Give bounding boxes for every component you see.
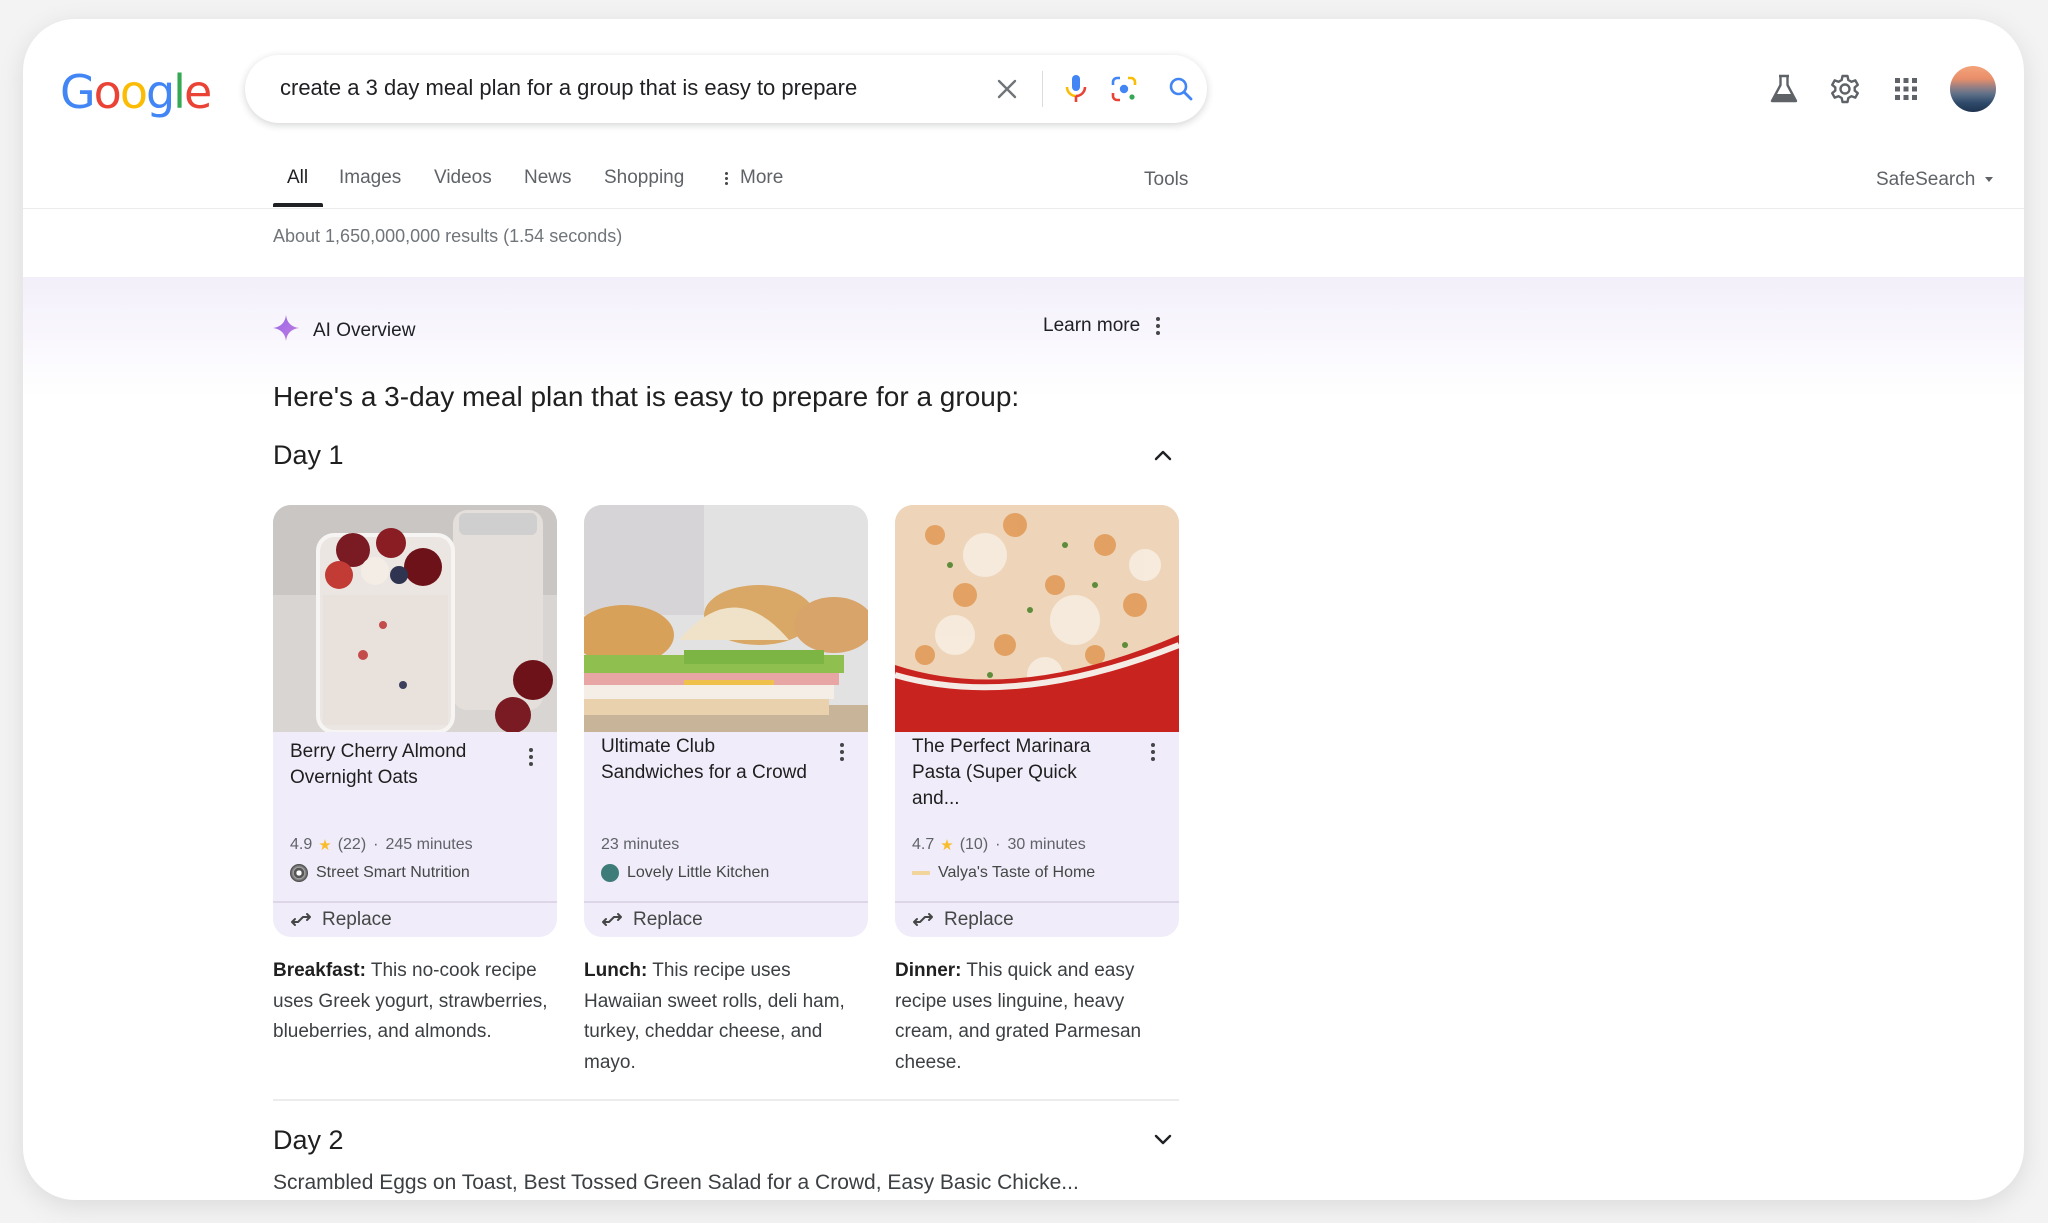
logo-letter: o [119, 65, 148, 119]
rating-value: 4.9 [290, 836, 313, 853]
logo-letter: e [183, 65, 212, 119]
ai-overview-label: AI Overview [273, 315, 415, 347]
search-icon[interactable] [1164, 72, 1198, 106]
replace-button[interactable]: Replace [290, 903, 392, 937]
tab-videos[interactable]: Videos [434, 164, 492, 192]
replace-label: Replace [633, 909, 703, 930]
source-favicon-icon [912, 864, 930, 882]
source-name: Lovely Little Kitchen [627, 864, 770, 881]
ai-overview-heading: Here's a 3-day meal plan that is easy to… [273, 381, 1020, 412]
recipe-source[interactable]: Lovely Little Kitchen [601, 864, 769, 882]
browser-frame: Google create a 3 day meal plan for a gr… [23, 19, 2024, 1200]
logo-letter: G [60, 65, 96, 119]
separator: · [373, 836, 379, 853]
meal-label: Breakfast: [273, 960, 366, 981]
search-divider [1042, 71, 1043, 107]
logo-letter: g [145, 65, 175, 119]
sparkle-icon [273, 315, 299, 347]
logo-letter: l [173, 65, 186, 119]
recipe-source[interactable]: Street Smart Nutrition [290, 864, 470, 882]
learn-more-label: Learn more [1043, 315, 1141, 336]
more-options-icon[interactable] [1151, 743, 1155, 761]
more-options-icon[interactable] [1156, 317, 1161, 335]
tab-more[interactable]: More [725, 164, 783, 192]
recipe-title[interactable]: Berry Cherry Almond Overnight Oats [290, 739, 505, 791]
tools-button[interactable]: Tools [1144, 166, 1188, 194]
meal-description-dinner: Dinner: This quick and easy recipe uses … [895, 956, 1179, 1078]
recipe-meta: 23 minutes [601, 836, 679, 854]
account-avatar[interactable] [1950, 66, 1996, 112]
labs-flask-icon[interactable] [1764, 69, 1804, 109]
source-favicon-icon [601, 864, 619, 882]
swap-arrows-icon [913, 913, 933, 926]
logo-letter: o [93, 65, 122, 119]
recipe-title[interactable]: Ultimate Club Sandwiches for a Crowd [601, 734, 816, 786]
google-logo[interactable]: Google [60, 65, 212, 119]
meal-description-breakfast: Breakfast: This no-cook recipe uses Gree… [273, 956, 557, 1048]
chevron-up-icon[interactable] [1145, 437, 1181, 473]
day-2-title[interactable]: Day 2 [273, 1125, 344, 1156]
chevron-down-icon[interactable] [1145, 1121, 1181, 1157]
recipe-title[interactable]: The Perfect Marinara Pasta (Super Quick … [912, 734, 1127, 812]
meal-label: Dinner: [895, 960, 962, 981]
ai-overview-title: AI Overview [313, 320, 416, 341]
cook-time: 23 minutes [601, 836, 680, 853]
search-tabs: All Images Videos News Shopping More Too… [23, 164, 2024, 210]
review-count: (22) [337, 836, 367, 853]
recipe-image-overnight-oats[interactable] [273, 505, 557, 734]
review-count: (10) [959, 836, 989, 853]
more-dots-icon [725, 171, 728, 185]
recipe-meta: 4.7 ★ (10) · 30 minutes [912, 836, 1086, 854]
recipe-card[interactable]: Ultimate Club Sandwiches for a Crowd 23 … [584, 505, 868, 937]
swap-arrows-icon [602, 913, 622, 926]
swap-arrows-icon [291, 913, 311, 926]
source-name: Valya's Taste of Home [938, 864, 1096, 881]
more-options-icon[interactable] [529, 748, 533, 766]
star-icon: ★ [940, 837, 954, 854]
learn-more-button[interactable]: Learn more [1043, 315, 1161, 337]
day-2-summary: Scrambled Eggs on Toast, Best Tossed Gre… [273, 1171, 1079, 1194]
recipe-image-marinara-pasta[interactable] [895, 505, 1179, 732]
safesearch-label: SafeSearch [1876, 169, 1976, 190]
replace-label: Replace [944, 909, 1014, 930]
day-1-title[interactable]: Day 1 [273, 440, 344, 471]
star-icon: ★ [318, 837, 332, 854]
safesearch-dropdown[interactable]: SafeSearch [1876, 166, 1994, 194]
clear-icon[interactable] [990, 72, 1024, 106]
source-name: Street Smart Nutrition [316, 864, 470, 881]
cook-time: 30 minutes [1007, 836, 1086, 853]
caret-down-icon [1985, 177, 1994, 183]
replace-label: Replace [322, 909, 392, 930]
active-tab-indicator [273, 203, 323, 207]
recipe-card[interactable]: The Perfect Marinara Pasta (Super Quick … [895, 505, 1179, 937]
search-input[interactable]: create a 3 day meal plan for a group tha… [280, 75, 857, 101]
source-favicon-icon [290, 864, 308, 882]
rating-value: 4.7 [912, 836, 935, 853]
google-lens-icon[interactable] [1107, 72, 1141, 106]
tab-shopping[interactable]: Shopping [604, 164, 684, 192]
tab-images[interactable]: Images [339, 164, 401, 192]
settings-gear-icon[interactable] [1825, 69, 1865, 109]
result-stats: About 1,650,000,000 results (1.54 second… [273, 226, 623, 246]
apps-grid-icon[interactable] [1886, 69, 1926, 109]
replace-button[interactable]: Replace [601, 903, 703, 937]
search-bar[interactable]: create a 3 day meal plan for a group tha… [245, 55, 1207, 123]
recipe-meta: 4.9 ★ (22) · 245 minutes [290, 836, 473, 854]
recipe-image-club-sandwich[interactable] [584, 505, 868, 732]
replace-button[interactable]: Replace [912, 903, 1014, 937]
meal-label: Lunch: [584, 960, 648, 981]
tab-more-label: More [740, 167, 784, 188]
cook-time: 245 minutes [385, 836, 473, 853]
tab-news[interactable]: News [524, 164, 572, 192]
more-options-icon[interactable] [840, 743, 844, 761]
meal-description-lunch: Lunch: This recipe uses Hawaiian sweet r… [584, 956, 868, 1078]
header-divider [23, 208, 2024, 209]
separator: · [995, 836, 1001, 853]
tab-all[interactable]: All [287, 164, 308, 192]
day-divider [273, 1099, 1179, 1101]
recipe-source[interactable]: Valya's Taste of Home [912, 864, 1095, 882]
recipe-card[interactable]: Berry Cherry Almond Overnight Oats 4.9 ★… [273, 505, 557, 937]
microphone-icon[interactable] [1059, 72, 1093, 106]
